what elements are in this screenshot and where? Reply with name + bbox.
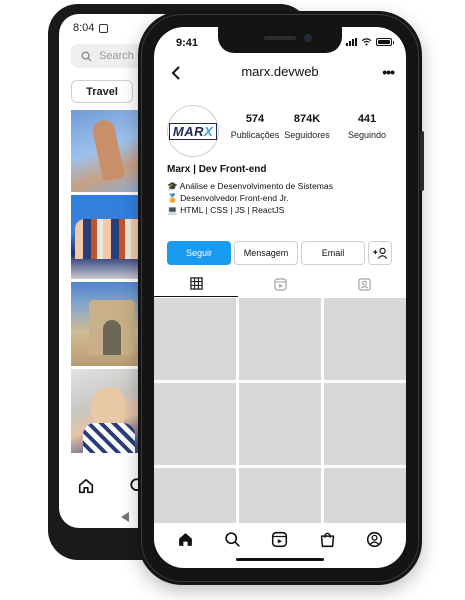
stat-posts[interactable]: 574 Publicações xyxy=(225,113,285,140)
shop-icon[interactable] xyxy=(319,531,336,548)
battery-icon xyxy=(376,38,394,46)
stat-posts-label: Publicações xyxy=(230,130,280,140)
travel-chip[interactable]: Travel xyxy=(71,80,133,103)
profile-tabs xyxy=(154,271,406,297)
side-button xyxy=(420,131,424,191)
medal-icon: 🏅 xyxy=(167,193,178,203)
graduation-cap-icon: 🎓 xyxy=(167,181,178,191)
bio-line-education: 🎓 Análise e Desenvolvimento de Sistemas xyxy=(167,181,333,191)
tab-tagged[interactable] xyxy=(322,271,406,297)
posts-grid xyxy=(154,298,406,550)
post-thumbnail[interactable] xyxy=(324,383,406,465)
more-options-icon[interactable]: ••• xyxy=(382,64,395,80)
status-time: 9:41 xyxy=(176,37,199,49)
notch xyxy=(218,27,342,53)
status-icons xyxy=(346,38,394,46)
wifi-icon xyxy=(361,38,372,46)
profile-name: Marx | Dev Front-end xyxy=(167,164,267,175)
stat-following-label: Seguindo xyxy=(347,130,387,140)
android-back-icon[interactable] xyxy=(121,512,129,522)
android-status-time: 8:04 xyxy=(73,22,95,34)
home-indicator xyxy=(236,558,324,561)
post-thumbnail[interactable] xyxy=(154,298,236,380)
stat-posts-value: 574 xyxy=(245,113,265,125)
android-status-bar: 8:04 xyxy=(73,22,109,34)
profile-username: marx.devweb xyxy=(241,64,319,79)
tab-posts-grid[interactable] xyxy=(154,271,238,297)
signal-icon xyxy=(346,38,357,46)
post-thumbnail[interactable] xyxy=(324,298,406,380)
profile-actions: Seguir Mensagem Email xyxy=(167,241,392,265)
follow-button[interactable]: Seguir xyxy=(167,241,231,265)
tagged-icon xyxy=(357,277,371,291)
avatar[interactable]: MARX xyxy=(167,105,219,157)
grid-icon xyxy=(189,277,203,290)
post-thumbnail[interactable] xyxy=(154,383,236,465)
search-icon xyxy=(81,51,92,62)
reels-icon xyxy=(273,277,287,291)
profile-header: marx.devweb ••• xyxy=(154,61,406,87)
add-user-icon xyxy=(373,247,388,259)
bio-line-skills: 💻 HTML | CSS | JS | ReactJS xyxy=(167,205,285,215)
instagram-notification-icon xyxy=(99,23,109,33)
stat-following-value: 441 xyxy=(357,113,377,125)
profile-icon[interactable] xyxy=(366,531,383,548)
instagram-profile-screen: 9:41 marx.devweb ••• MARX 574 Publicaçõe… xyxy=(154,27,406,568)
stat-followers-value: 874K xyxy=(293,113,321,125)
message-button[interactable]: Mensagem xyxy=(234,241,298,265)
search-placeholder: Search xyxy=(99,50,134,62)
bottom-nav xyxy=(154,523,406,555)
iphone: 9:41 marx.devweb ••• MARX 574 Publicaçõe… xyxy=(138,11,424,585)
bio-line-role: 🏅 Desenvolvedor Front-end Jr. xyxy=(167,193,289,203)
laptop-icon: 💻 xyxy=(167,205,178,215)
stat-followers-label: Seguidores xyxy=(284,130,330,140)
profile-bio: Marx | Dev Front-end 🎓 Análise e Desenvo… xyxy=(167,164,397,216)
reels-icon[interactable] xyxy=(271,531,288,548)
stat-following[interactable]: 441 Seguindo xyxy=(337,113,397,140)
search-icon[interactable] xyxy=(224,531,241,548)
tab-reels[interactable] xyxy=(238,271,322,297)
stat-followers[interactable]: 874K Seguidores xyxy=(277,113,337,140)
home-icon[interactable] xyxy=(177,531,194,548)
post-thumbnail[interactable] xyxy=(239,298,321,380)
post-thumbnail[interactable] xyxy=(239,383,321,465)
email-button[interactable]: Email xyxy=(301,241,365,265)
home-icon[interactable] xyxy=(77,477,95,495)
marx-logo: MARX xyxy=(168,122,218,140)
suggest-user-button[interactable] xyxy=(368,241,392,265)
